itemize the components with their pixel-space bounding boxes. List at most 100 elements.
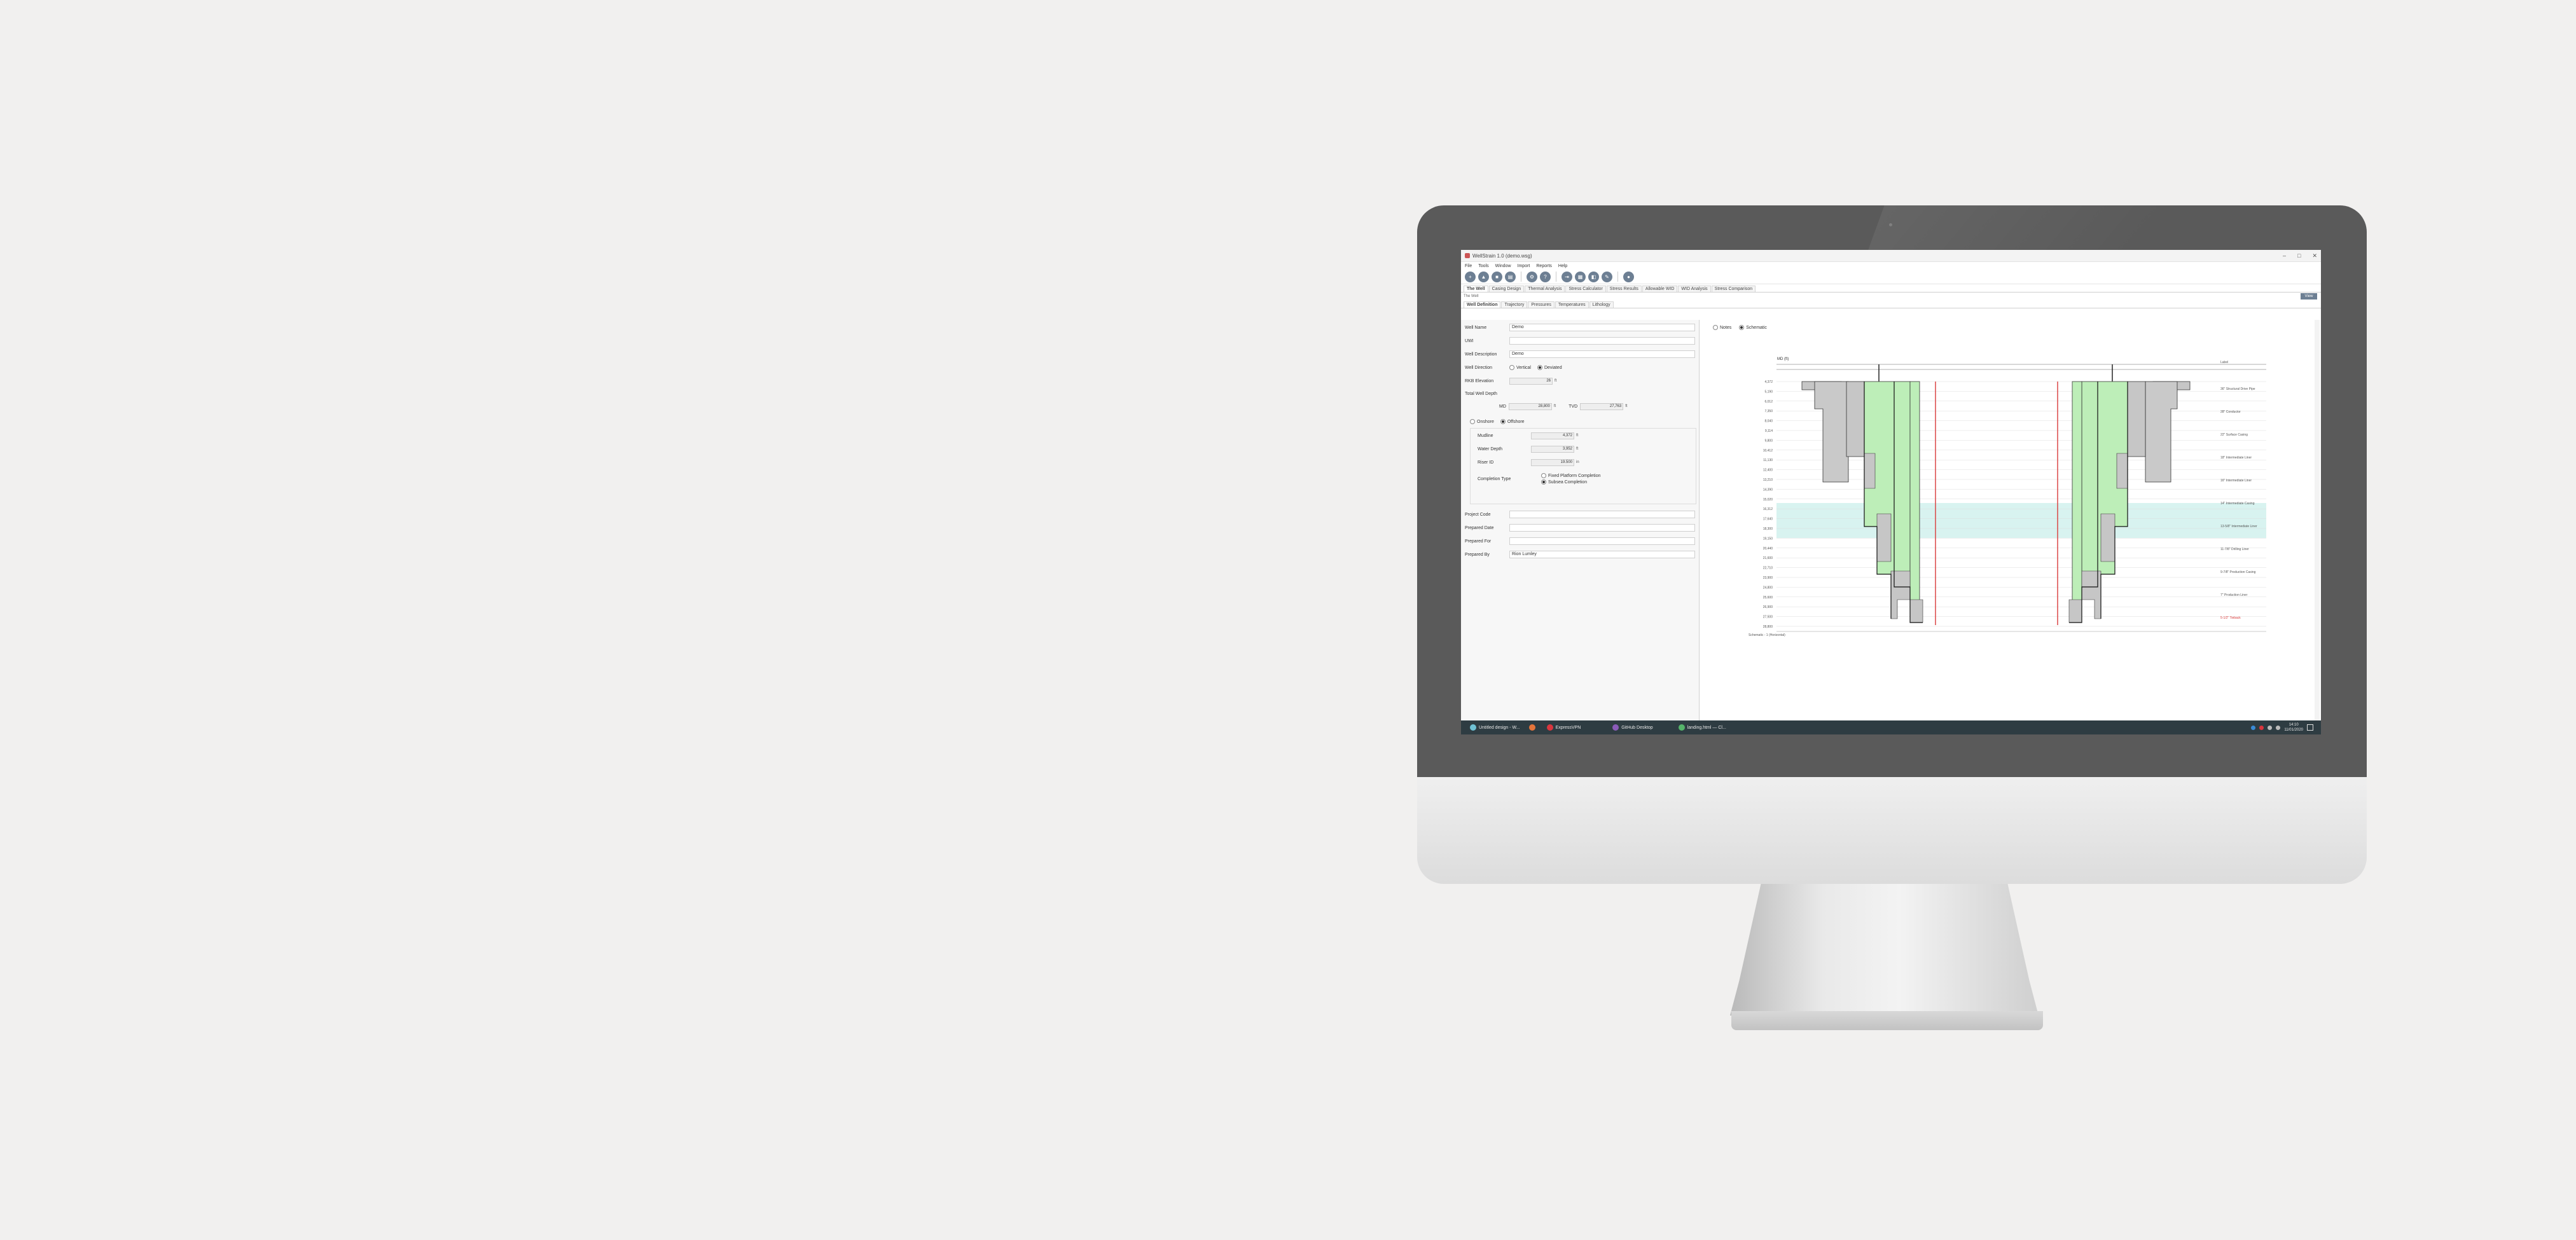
tab-stress-calculator[interactable]: Stress Calculator [1565, 286, 1606, 292]
schematic-header-right: Label [2220, 361, 2228, 364]
well-description-input[interactable]: Demo [1509, 350, 1695, 358]
menu-file[interactable]: File [1465, 264, 1472, 268]
prepared-by-label: Prepared By [1465, 552, 1490, 557]
prepared-date-row: Prepared Date [1465, 524, 1695, 532]
open-icon[interactable]: ▲ [1478, 271, 1489, 282]
menu-help[interactable]: Help [1558, 264, 1567, 268]
casing-labels: 36" Structural Drive Pipe 28" Conductor 22… [2220, 387, 2257, 620]
grid-icon[interactable]: ▦ [1575, 271, 1586, 282]
vpn-tray-icon[interactable] [2259, 725, 2264, 730]
offshore-option[interactable]: Offshore [1500, 419, 1525, 424]
print-icon[interactable]: ▤ [1505, 271, 1516, 282]
well-schematic: MD (ft) Label Schematic - 1 (Horizontal)… [1748, 357, 2266, 637]
tab-well-definition[interactable]: Well Definition [1464, 301, 1501, 308]
tab-lithology[interactable]: Lithology [1589, 301, 1614, 308]
md-unit: ft [1553, 404, 1556, 408]
tab-pressures[interactable]: Pressures [1528, 301, 1555, 308]
md-input[interactable]: 28,800 [1508, 403, 1552, 410]
maximize-button[interactable]: □ [2297, 252, 2301, 259]
settings-icon[interactable]: ⚙ [1527, 271, 1537, 282]
gray-block-right [2100, 513, 2116, 562]
vertical-radio[interactable] [1509, 365, 1514, 370]
tab-allowable-wid[interactable]: Allowable WID [1642, 286, 1678, 292]
rkb-elevation-label: RKB Elevation [1465, 378, 1494, 383]
prepared-date-label: Prepared Date [1465, 525, 1494, 530]
deviated-option[interactable]: Deviated [1537, 365, 1562, 370]
tab-the-well[interactable]: The Well [1464, 286, 1488, 292]
minimize-button[interactable]: – [2283, 252, 2286, 259]
subsea-completion-radio[interactable] [1541, 479, 1546, 485]
sub-tabs: Well Definition Trajectory Pressures Tem… [1461, 300, 2321, 308]
tools-icon[interactable]: ✎ [1602, 271, 1612, 282]
taskbar-editor[interactable]: landing.html — Cl... [1678, 724, 1726, 731]
depth-label: 9,800 [1764, 439, 1773, 443]
prepared-by-input[interactable]: Rion Lumley [1509, 551, 1695, 558]
vertical-option[interactable]: Vertical [1509, 365, 1531, 370]
network-icon[interactable] [2268, 725, 2273, 730]
menu-tools[interactable]: Tools [1478, 264, 1488, 268]
offshore-radio[interactable] [1500, 419, 1506, 424]
offshore-label: Offshore [1507, 419, 1525, 424]
vertical-scrollbar[interactable] [2315, 320, 2320, 720]
riser-id-label: Riser ID [1478, 460, 1494, 465]
menu-reports[interactable]: Reports [1536, 264, 1552, 268]
location-row: Onshore Offshore [1470, 418, 1700, 425]
toolbar-separator [1617, 272, 1618, 282]
export-icon[interactable]: ⇥ [1562, 271, 1572, 282]
new-icon[interactable]: + [1465, 271, 1476, 282]
depth-label: 11,130 [1763, 458, 1773, 462]
water-depth-input[interactable]: 3,952 [1531, 445, 1574, 453]
fixed-platform-radio[interactable] [1541, 473, 1546, 478]
tab-stress-results[interactable]: Stress Results [1606, 286, 1642, 292]
total-well-depth-row: Total Well Depth [1465, 390, 1695, 397]
well-name-input[interactable]: Demo [1509, 324, 1695, 331]
taskbar-github[interactable]: GitHub Desktop [1612, 724, 1653, 731]
tab-thermal-analysis[interactable]: Thermal Analysis [1525, 286, 1565, 292]
prepared-for-input[interactable] [1509, 537, 1695, 545]
uwi-input[interactable] [1509, 337, 1695, 345]
tab-temperatures[interactable]: Temperatures [1555, 301, 1589, 308]
title-bar: WellStrain 1.0 (demo.wsg) – □ ✕ [1461, 250, 2321, 262]
tab-stress-comparison[interactable]: Stress Comparison [1711, 286, 1756, 292]
vpn-icon [1546, 724, 1553, 731]
onshore-radio[interactable] [1470, 419, 1475, 424]
view-button[interactable]: View [2301, 293, 2317, 300]
help-icon[interactable]: ? [1540, 271, 1551, 282]
user-icon[interactable]: ● [1623, 271, 1634, 282]
prepared-date-input[interactable] [1509, 524, 1695, 532]
firefox-icon [1528, 724, 1535, 731]
volume-icon[interactable] [2276, 725, 2281, 730]
taskbar-firefox[interactable] [1528, 724, 1538, 731]
notifications-icon[interactable] [2307, 724, 2313, 731]
menu-window[interactable]: Window [1495, 264, 1511, 268]
prepared-for-row: Prepared For [1465, 537, 1695, 545]
gray-block-right [2127, 381, 2146, 457]
tab-wid-analysis[interactable]: WID Analysis [1678, 286, 1711, 292]
mudline-input[interactable]: 4,372 [1531, 432, 1574, 439]
tab-trajectory[interactable]: Trajectory [1501, 301, 1528, 308]
fixed-platform-option[interactable]: Fixed Platform Completion [1541, 473, 1600, 478]
depth-label: 22,710 [1763, 567, 1773, 570]
tab-casing-design[interactable]: Casing Design [1488, 286, 1525, 292]
taskbar-canva[interactable]: Untitled design - W... [1470, 724, 1520, 731]
project-code-input[interactable] [1509, 511, 1695, 518]
close-button[interactable]: ✕ [2312, 252, 2317, 259]
well-strip: The Well View [1461, 293, 2321, 300]
chart-icon[interactable]: ◧ [1588, 271, 1599, 282]
save-icon[interactable]: ■ [1492, 271, 1502, 282]
dropbox-icon[interactable] [2251, 725, 2256, 730]
depth-label: 20,440 [1763, 547, 1773, 551]
subsea-completion-option[interactable]: Subsea Completion [1541, 479, 1600, 485]
screen: WellStrain 1.0 (demo.wsg) – □ ✕ File Too… [1461, 250, 2321, 734]
deviated-radio[interactable] [1537, 365, 1542, 370]
camera-icon [1889, 223, 1892, 226]
tvd-input[interactable]: 27,763 [1580, 403, 1624, 410]
rkb-elevation-input[interactable]: 26 [1509, 377, 1553, 385]
onshore-label: Onshore [1477, 419, 1494, 424]
menu-import[interactable]: Import [1518, 264, 1530, 268]
taskbar-expressvpn[interactable]: ExpressVPN [1546, 724, 1581, 731]
clock[interactable]: 14:10 11/01/2020 [2284, 722, 2303, 733]
depth-label: 5,190 [1764, 390, 1773, 394]
onshore-option[interactable]: Onshore [1470, 419, 1494, 424]
riser-id-input[interactable]: 19.500 [1531, 458, 1574, 466]
